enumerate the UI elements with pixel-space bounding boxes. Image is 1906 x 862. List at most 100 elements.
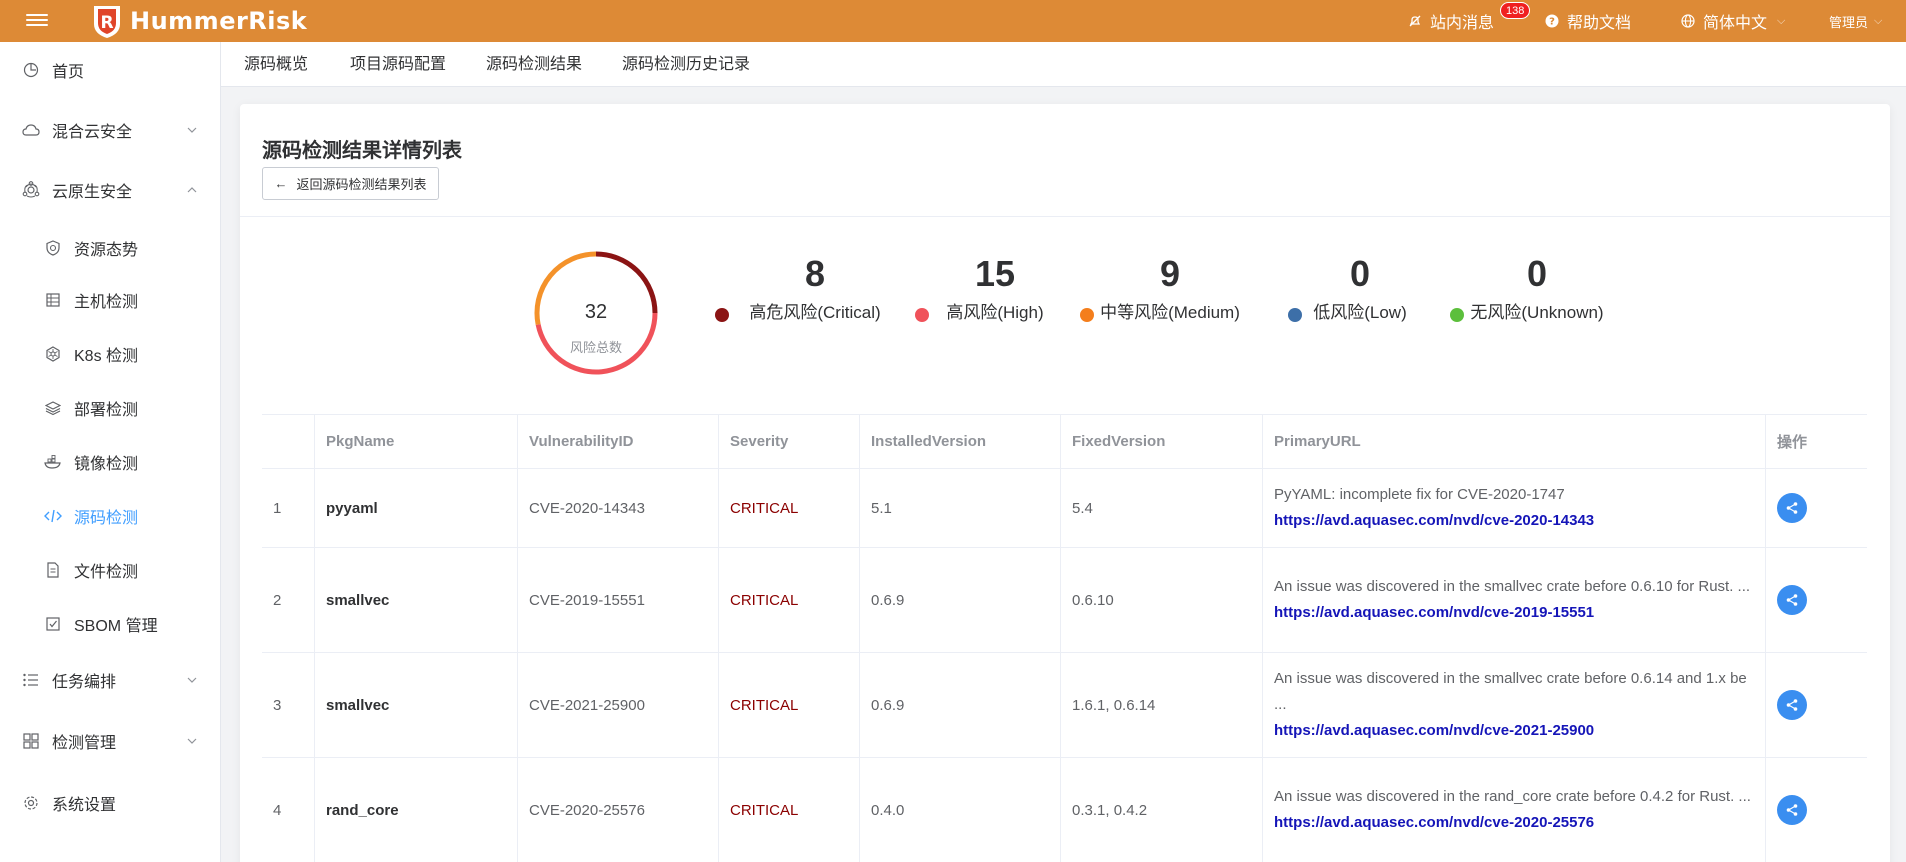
tab-project-source-config[interactable]: 项目源码配置 xyxy=(350,42,446,87)
col-fixed-header[interactable]: FixedVersion xyxy=(1061,415,1263,468)
stat-critical: 8 高危风险(Critical) xyxy=(730,254,900,323)
sidebar-subitem-k8s-detect[interactable]: K8s 检测 xyxy=(0,328,220,380)
vuln-description: An issue was discovered in the rand_core… xyxy=(1274,788,1751,805)
share-icon xyxy=(1786,699,1798,711)
user-label: 管理员 xyxy=(1829,14,1869,30)
back-to-results-button[interactable]: ← 返回源码检测结果列表 xyxy=(262,167,439,200)
action-cell xyxy=(1766,469,1867,547)
gear-icon xyxy=(22,794,40,812)
sidebar-item-system-settings[interactable]: 系统设置 xyxy=(0,772,220,834)
sidebar-item-label: 资源态势 xyxy=(74,242,139,259)
logo[interactable]: R HummerRisk xyxy=(88,2,307,40)
results-card: 源码检测结果详情列表 ← 返回源码检测结果列表 32 风险总数 8 高危风险(C… xyxy=(240,104,1890,862)
sidebar-item-detect-management[interactable]: 检测管理 xyxy=(0,710,220,772)
divider xyxy=(240,216,1890,217)
sidebar-item-label: 源码检测 xyxy=(74,510,139,527)
checkbox-icon xyxy=(44,615,62,633)
page-title: 源码检测结果详情列表 xyxy=(262,140,462,162)
sidebar-item-hybrid-cloud[interactable]: 混合云安全 xyxy=(0,98,220,162)
language-label: 简体中文 xyxy=(1703,15,1768,32)
sidebar-subitem-source-detect[interactable]: 源码检测 xyxy=(0,490,220,542)
sidebar-subitem-sbom[interactable]: SBOM 管理 xyxy=(0,598,220,650)
installed-version: 0.6.9 xyxy=(860,653,1061,757)
file-icon xyxy=(44,561,62,579)
sidebar-item-label: K8s 检测 xyxy=(74,348,139,365)
fixed-version: 0.3.1, 0.4.2 xyxy=(1061,758,1263,862)
messages-link[interactable]: 站内消息 xyxy=(1408,0,1494,42)
share-icon xyxy=(1786,502,1798,514)
share-button[interactable] xyxy=(1777,690,1807,720)
sidebar-item-label: 镜像检测 xyxy=(74,456,139,473)
table-row: 1 pyyaml CVE-2020-14343 CRITICAL 5.1 5.4… xyxy=(262,469,1867,548)
severity: CRITICAL xyxy=(719,469,860,547)
sidebar-subitem-resource-posture[interactable]: 资源态势 xyxy=(0,222,220,274)
help-docs-link[interactable]: ? 帮助文档 xyxy=(1545,0,1631,42)
primary-url-link[interactable]: https://avd.aquasec.com/nvd/cve-2019-155… xyxy=(1274,600,1594,626)
sidebar-item-cloud-native[interactable]: 云原生安全 xyxy=(0,162,220,218)
col-vulnid-header[interactable]: VulnerabilityID xyxy=(518,415,719,468)
vulnerability-id: CVE-2020-25576 xyxy=(518,758,719,862)
vulnerability-id: CVE-2019-15551 xyxy=(518,548,719,652)
table-row: 2 smallvec CVE-2019-15551 CRITICAL 0.6.9… xyxy=(262,548,1867,653)
row-index: 3 xyxy=(262,653,315,757)
severity: CRITICAL xyxy=(719,758,860,862)
chevron-down-icon xyxy=(187,677,197,683)
sidebar-subitem-file-detect[interactable]: 文件检测 xyxy=(0,544,220,596)
row-index: 1 xyxy=(262,469,315,547)
user-menu[interactable]: 管理员 ⌵ xyxy=(1829,0,1882,42)
stat-value: 0 xyxy=(1349,253,1371,294)
fixed-version: 5.4 xyxy=(1061,469,1263,547)
sidebar-item-label: 部署检测 xyxy=(74,402,139,419)
sidebar-item-label: 主机检测 xyxy=(74,294,139,311)
share-button[interactable] xyxy=(1777,585,1807,615)
vuln-description: An issue was discovered in the smallvec … xyxy=(1274,578,1751,595)
action-cell xyxy=(1766,758,1867,862)
stat-value: 15 xyxy=(974,253,1016,294)
col-severity-header[interactable]: Severity xyxy=(719,415,860,468)
home-icon xyxy=(22,61,40,79)
sidebar-item-home[interactable]: 首页 xyxy=(0,42,220,98)
action-cell xyxy=(1766,548,1867,652)
language-select[interactable]: 简体中文 ⌵ xyxy=(1681,0,1785,42)
primary-url-link[interactable]: https://avd.aquasec.com/nvd/cve-2021-259… xyxy=(1274,718,1594,744)
action-cell xyxy=(1766,653,1867,757)
table-row: 4 rand_core CVE-2020-25576 CRITICAL 0.4.… xyxy=(262,758,1867,862)
primary-url-link[interactable]: https://avd.aquasec.com/nvd/cve-2020-255… xyxy=(1274,810,1594,836)
col-url-header[interactable]: PrimaryURL xyxy=(1263,415,1766,468)
tab-source-detect-results[interactable]: 源码检测结果 xyxy=(486,42,582,87)
fixed-version: 0.6.10 xyxy=(1061,548,1263,652)
tab-source-detect-history[interactable]: 源码检测历史记录 xyxy=(622,42,750,87)
logo-icon: R xyxy=(94,6,120,38)
col-installed-header[interactable]: InstalledVersion xyxy=(860,415,1061,468)
table-row: 3 smallvec CVE-2021-25900 CRITICAL 0.6.9… xyxy=(262,653,1867,758)
col-pkgname-header[interactable]: PkgName xyxy=(315,415,518,468)
sidebar-subitem-host-detect[interactable]: 主机检测 xyxy=(0,274,220,326)
row-index: 4 xyxy=(262,758,315,862)
menu-toggle-icon[interactable] xyxy=(26,11,48,31)
stat-high: 15 高风险(High) xyxy=(925,254,1065,323)
sidebar: 首页 混合云安全 云原生安全 资源态势 主机检测 K8s 检测 部署检测 镜像检… xyxy=(0,42,221,862)
share-button[interactable] xyxy=(1777,795,1807,825)
primary-url-cell: An issue was discovered in the smallvec … xyxy=(1263,653,1766,757)
grid-icon xyxy=(22,732,40,750)
globe-icon xyxy=(1681,14,1695,28)
sidebar-item-label: 系统设置 xyxy=(52,797,117,814)
primary-url-cell: An issue was discovered in the rand_core… xyxy=(1263,758,1766,862)
sidebar-subitem-deploy-detect[interactable]: 部署检测 xyxy=(0,382,220,434)
sidebar-item-task-orchestration[interactable]: 任务编排 xyxy=(0,650,220,710)
vuln-description: PyYAML: incomplete fix for CVE-2020-1747 xyxy=(1274,486,1565,503)
risk-total-value: 32 xyxy=(584,301,608,323)
chevron-down-icon xyxy=(187,127,197,133)
stat-label: 无风险(Unknown) xyxy=(1470,303,1604,322)
stat-value: 0 xyxy=(1526,253,1548,294)
vuln-description: An issue was discovered in the smallvec … xyxy=(1274,670,1747,713)
share-button[interactable] xyxy=(1777,493,1807,523)
bell-off-icon xyxy=(1409,15,1421,27)
tab-source-overview[interactable]: 源码概览 xyxy=(244,42,308,87)
svg-text:?: ? xyxy=(1549,17,1555,28)
chevron-up-icon xyxy=(187,187,197,193)
sidebar-subitem-image-detect[interactable]: 镜像检测 xyxy=(0,436,220,488)
critical-dot xyxy=(715,308,729,322)
sidebar-item-label: 文件检测 xyxy=(74,564,139,581)
primary-url-link[interactable]: https://avd.aquasec.com/nvd/cve-2020-143… xyxy=(1274,508,1594,534)
